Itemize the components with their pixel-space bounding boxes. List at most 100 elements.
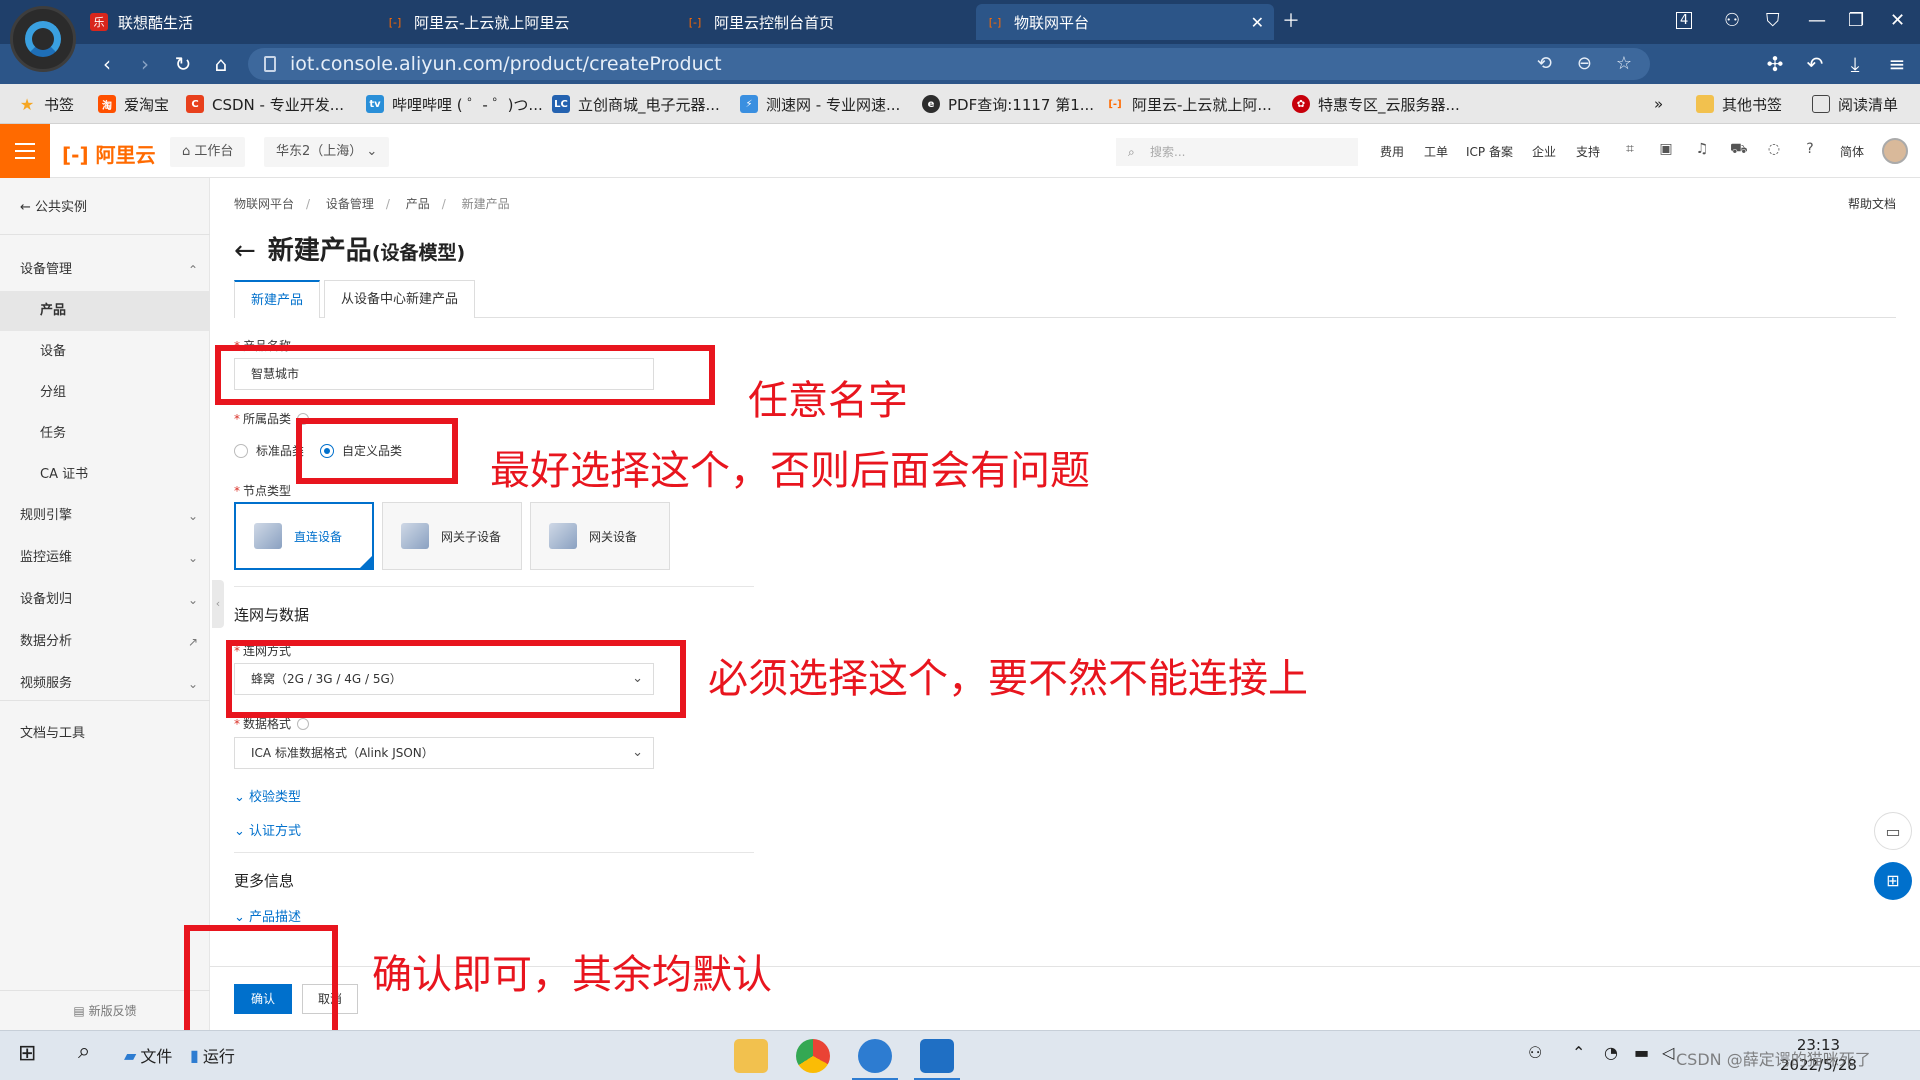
sidebar-item-4[interactable]: 任务 xyxy=(0,414,210,454)
media-player-icon[interactable] xyxy=(914,1039,960,1080)
bookmark-item[interactable]: ✿ 特惠专区_云服务器... xyxy=(1292,93,1460,115)
address-bar[interactable]: iot.console.aliyun.com/product/createPro… xyxy=(248,48,1650,80)
sidebar-item-8[interactable]: 设备划归 ⌄ xyxy=(0,580,210,620)
cart-icon[interactable]: ⛟ xyxy=(1730,141,1748,157)
minimize-icon[interactable]: — xyxy=(1808,0,1826,40)
search-icon[interactable]: ⌕ xyxy=(78,1039,90,1064)
breadcrumb-item[interactable]: 产品 xyxy=(406,197,430,211)
tab-lenovo[interactable]: 乐 联想酷生活 xyxy=(90,4,193,40)
close-tab-icon[interactable]: ✕ xyxy=(1251,13,1264,32)
apps-icon[interactable]: ⊞ xyxy=(1874,862,1912,900)
new-tab-button[interactable]: ＋ xyxy=(1282,0,1300,40)
node-gateway-device[interactable]: 网关设备 xyxy=(530,502,670,570)
help-icon[interactable]: ? xyxy=(1802,141,1818,157)
sidebar-item-3[interactable]: 分组 xyxy=(0,373,210,413)
zoom-icon[interactable]: ⊖ xyxy=(1577,48,1592,80)
link-ticket[interactable]: 工单 xyxy=(1424,143,1448,160)
refresh-icon[interactable]: ↻ xyxy=(170,52,196,76)
region-selector[interactable]: 华东2（上海） ⌄ xyxy=(264,137,390,167)
bookmark-item[interactable]: LC 立创商城_电子元器... xyxy=(552,93,720,115)
close-window-icon[interactable]: ✕ xyxy=(1890,0,1905,40)
sidebar-item-7[interactable]: 监控运维 ⌄ xyxy=(0,538,210,578)
bookmark-item[interactable]: e PDF查询:1117 第1... xyxy=(922,93,1094,115)
link-enterprise[interactable]: 企业 xyxy=(1532,143,1556,160)
link-support[interactable]: 支持 xyxy=(1576,143,1600,160)
sidebar-item-2[interactable]: 设备 xyxy=(0,332,210,372)
node-gateway-sub-device[interactable]: 网关子设备 xyxy=(382,502,522,570)
bookmark-item[interactable]: 淘爱淘宝 xyxy=(98,93,169,115)
bookmark-item[interactable]: tv 哔哩哔哩 ( ゜- ゜)つ... xyxy=(366,93,543,115)
people-icon[interactable]: ⚇ xyxy=(1528,1043,1542,1062)
bookmark-item[interactable]: ⚡ 测速网 - 专业网速... xyxy=(740,93,900,115)
tab-aliyun-home[interactable]: [-] 阿里云-上云就上阿里云 xyxy=(386,4,570,40)
wifi-icon[interactable]: ◔ xyxy=(1604,1043,1618,1062)
lightbulb-icon[interactable]: ◌ xyxy=(1766,141,1782,157)
avatar[interactable] xyxy=(1882,138,1908,164)
breadcrumb-item[interactable]: 物联网平台 xyxy=(234,197,294,211)
share-icon[interactable]: ⟲ xyxy=(1537,48,1552,80)
account-icon[interactable]: ⚇ xyxy=(1724,0,1740,40)
node-direct-device[interactable]: 直连设备 xyxy=(234,502,374,570)
verify-type-toggle[interactable]: ⌄ 校验类型 xyxy=(234,786,301,805)
chrome-icon[interactable] xyxy=(796,1039,830,1073)
help-doc-link[interactable]: 帮助文档 xyxy=(1848,195,1896,212)
tab-from-device-center[interactable]: 从设备中心新建产品 xyxy=(324,280,476,318)
edge-taskbar-icon[interactable] xyxy=(852,1039,898,1080)
sidebar-item-9[interactable]: 数据分析 ↗ xyxy=(0,622,210,662)
file-explorer-icon[interactable] xyxy=(734,1039,768,1073)
shirt-icon[interactable]: ⛉ xyxy=(1766,0,1780,40)
terminal-icon[interactable]: ▣ xyxy=(1658,141,1674,157)
feedback-link[interactable]: ▤ 新版反馈 xyxy=(0,1002,210,1019)
restore-icon[interactable]: ❐ xyxy=(1848,0,1864,40)
cloudshell-icon[interactable]: ⌗ xyxy=(1622,141,1638,157)
menu-icon[interactable]: ≡ xyxy=(1884,52,1910,76)
back-to-instance[interactable]: ← 公共实例 xyxy=(20,196,87,215)
auth-method-toggle[interactable]: ⌄ 认证方式 xyxy=(234,820,301,839)
language-switch[interactable]: 简体 xyxy=(1840,143,1864,160)
sidebar-item-0[interactable]: 设备管理 ⌃ xyxy=(0,250,210,290)
volume-icon[interactable]: ◁ xyxy=(1662,1043,1674,1062)
download-icon[interactable]: ⤓ xyxy=(1842,52,1868,76)
link-billing[interactable]: 费用 xyxy=(1380,143,1404,160)
taskbar-file[interactable]: ▰ 文件 xyxy=(124,1043,172,1067)
extensions-icon[interactable]: ✣ xyxy=(1762,52,1788,76)
console-search-input[interactable]: ⌕ 搜索... xyxy=(1116,138,1358,166)
product-desc-toggle[interactable]: ⌄ 产品描述 xyxy=(234,906,301,925)
radio-standard-category[interactable]: 标准品类 xyxy=(234,442,304,459)
battery-icon[interactable]: ▬ xyxy=(1634,1043,1649,1062)
bookmark-item[interactable]: ★ 书签 xyxy=(18,93,74,115)
menu-toggle-icon[interactable] xyxy=(0,124,50,178)
tab-iot-platform[interactable]: [-] 物联网平台 ✕ xyxy=(976,4,1274,40)
home-icon[interactable]: ⌂ xyxy=(208,52,234,76)
back-arrow-icon[interactable]: ← xyxy=(234,236,256,266)
back-icon[interactable]: ‹ xyxy=(94,52,120,76)
reading-list[interactable]: 阅读清单 xyxy=(1812,93,1898,115)
taskbar-run[interactable]: ▮ 运行 xyxy=(190,1043,235,1067)
data-format-select[interactable]: ICA 标准数据格式（Alink JSON） ⌄ xyxy=(234,737,654,769)
tab-counter[interactable]: 4 xyxy=(1676,0,1693,40)
windows-start-icon[interactable]: ⊞ xyxy=(18,1041,36,1066)
workbench-button[interactable]: ⌂ 工作台 xyxy=(170,137,246,167)
chevron-down-icon: ⌄ xyxy=(234,910,250,925)
bookmark-item[interactable]: [-] 阿里云-上云就上阿... xyxy=(1106,93,1271,115)
collapse-sidebar-handle[interactable]: ‹ xyxy=(212,580,224,628)
sidebar-item-10[interactable]: 视频服务 ⌄ xyxy=(0,664,210,704)
bell-icon[interactable]: ♫ xyxy=(1694,141,1710,157)
chevron-up-icon[interactable]: ⌃ xyxy=(1572,1043,1585,1062)
bookmark-item[interactable]: C CSDN - 专业开发... xyxy=(186,93,344,115)
sidebar-item-11[interactable]: 文档与工具 xyxy=(0,714,210,754)
sidebar-item-6[interactable]: 规则引擎 ⌄ xyxy=(0,496,210,536)
link-icp[interactable]: ICP 备案 xyxy=(1466,143,1513,160)
favorite-star-icon[interactable]: ☆ xyxy=(1616,48,1632,80)
sidebar-item-1[interactable]: 产品 xyxy=(0,291,210,331)
aliyun-logo[interactable]: [-] 阿里云 xyxy=(62,139,156,168)
tab-aliyun-console[interactable]: [-] 阿里云控制台首页 xyxy=(686,4,834,40)
chat-icon[interactable]: ▭ xyxy=(1874,812,1912,850)
breadcrumb-item[interactable]: 设备管理 xyxy=(326,197,374,211)
tab-new-product[interactable]: 新建产品 xyxy=(234,280,321,318)
sidebar-item-5[interactable]: CA 证书 xyxy=(0,455,210,495)
other-bookmarks[interactable]: 其他书签 xyxy=(1696,93,1782,115)
more-bookmarks-button[interactable]: » xyxy=(1654,93,1663,115)
forward-icon[interactable]: › xyxy=(132,52,158,76)
undo-icon[interactable]: ↶ xyxy=(1802,52,1828,76)
